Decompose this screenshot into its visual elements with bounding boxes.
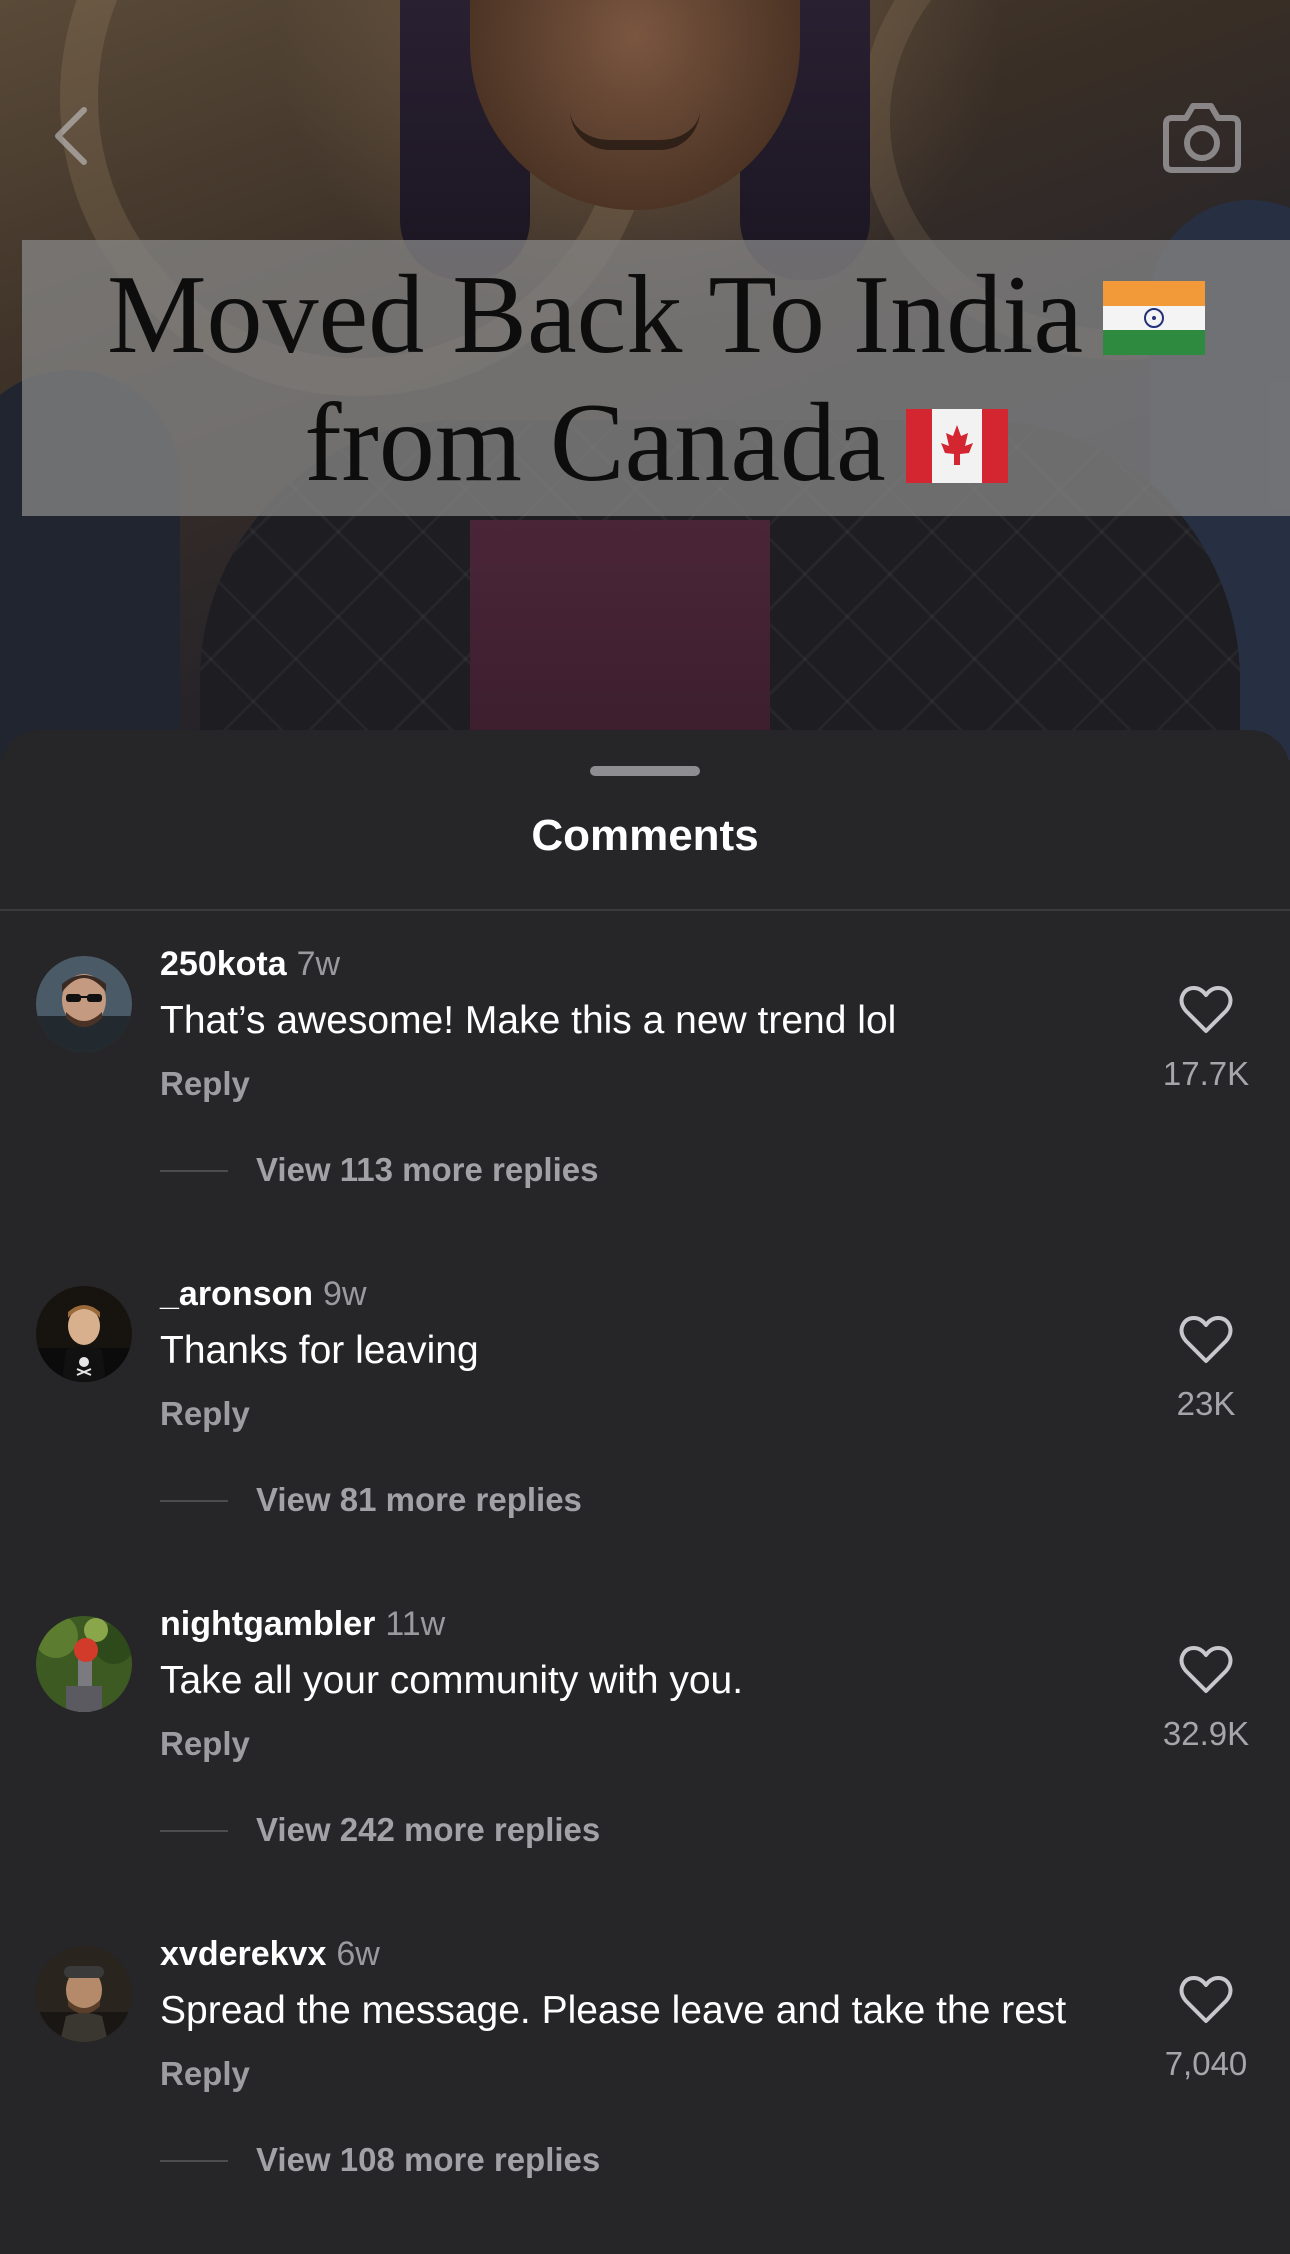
comment-text: Thanks for leaving [160, 1329, 479, 1372]
like-button[interactable] [1178, 1974, 1234, 2026]
view-replies-label: View 242 more replies [256, 1811, 601, 1848]
reply-button[interactable]: Reply [160, 1062, 250, 1106]
comment-meta: 250kota 7w [160, 942, 340, 986]
shirt [470, 520, 770, 760]
replies-divider-line [160, 2160, 228, 2162]
heart-icon [1179, 1646, 1233, 1693]
canada-flag-icon [905, 381, 1008, 511]
comment-meta: nightgambler 11w [160, 1602, 445, 1646]
replies-divider-line [160, 1500, 228, 1502]
video-title-line-2: from Canada [22, 378, 1290, 519]
chevron-left-icon [55, 107, 87, 165]
comment-time: 6w [336, 1935, 380, 1973]
comment-meta: xvderekvx 6w [160, 1932, 380, 1976]
sheet-title: Comments [531, 811, 759, 860]
like-count: 32.9K [1162, 1715, 1250, 1752]
comment-item: 250kota 7w That’s awesome! Make this a ne… [0, 924, 1290, 1224]
comment-time: 9w [323, 1275, 367, 1313]
comment-username[interactable]: xvderekvx [160, 1935, 326, 1973]
heart-icon [1179, 1316, 1233, 1363]
comment-item: nightgambler 11w Take all your community … [0, 1584, 1290, 1884]
comment-time: 7w [296, 945, 341, 983]
comment-meta: _aronson 9w [160, 1272, 367, 1316]
view-replies-label: View 108 more replies [256, 2141, 601, 2178]
comment-text: That’s awesome! Make this a new trend lo… [160, 999, 897, 1042]
comment-username[interactable]: 250kota [160, 945, 287, 983]
heart-icon [1179, 1976, 1233, 2023]
like-button[interactable] [1178, 1644, 1234, 1696]
comment-username[interactable]: _aronson [160, 1275, 313, 1313]
comment-item: _aronson 9w Thanks for leaving Reply 23K … [0, 1254, 1290, 1554]
smile [570, 110, 700, 150]
view-replies-label: View 113 more replies [256, 1151, 599, 1188]
video-frame: Moved Back To India from Canada [0, 0, 1290, 760]
india-flag-icon [1103, 253, 1206, 383]
reply-button[interactable]: Reply [160, 1722, 250, 1766]
comment-text: Spread the message. Please leave and tak… [160, 1989, 1067, 2032]
replies-divider-line [160, 1170, 228, 1172]
back-button[interactable] [44, 104, 100, 168]
like-button[interactable] [1178, 984, 1234, 1036]
comments-sheet: Comments 250kota 7w That’s awesome! Make … [0, 730, 1290, 2254]
avatar[interactable] [36, 1616, 132, 1712]
replies-divider-line [160, 1830, 228, 1832]
heart-icon [1179, 986, 1233, 1033]
divider [0, 909, 1290, 911]
avatar[interactable] [36, 1946, 132, 2042]
camera-button[interactable] [1160, 98, 1244, 178]
like-count: 7,040 [1164, 2045, 1248, 2082]
comment-item: xvderekvx 6w Spread the message. Please l… [0, 1914, 1290, 2214]
avatar[interactable] [36, 956, 132, 1052]
comment-username[interactable]: nightgambler [160, 1605, 375, 1643]
like-count: 23K [1176, 1385, 1236, 1422]
video-title-banner: Moved Back To India from Canada [22, 240, 1290, 516]
reply-button[interactable]: Reply [160, 2052, 250, 2096]
avatar[interactable] [36, 1286, 132, 1382]
reply-button[interactable]: Reply [160, 1392, 250, 1436]
view-replies-label: View 81 more replies [256, 1481, 582, 1518]
like-count: 17.7K [1162, 1055, 1250, 1092]
video-title-line-1: Moved Back To India [22, 250, 1290, 391]
sheet-drag-handle[interactable] [590, 766, 700, 776]
comment-text: Take all your community with you. [160, 1659, 744, 1702]
like-button[interactable] [1178, 1314, 1234, 1366]
comment-time: 11w [385, 1605, 446, 1643]
camera-icon [1163, 103, 1241, 173]
